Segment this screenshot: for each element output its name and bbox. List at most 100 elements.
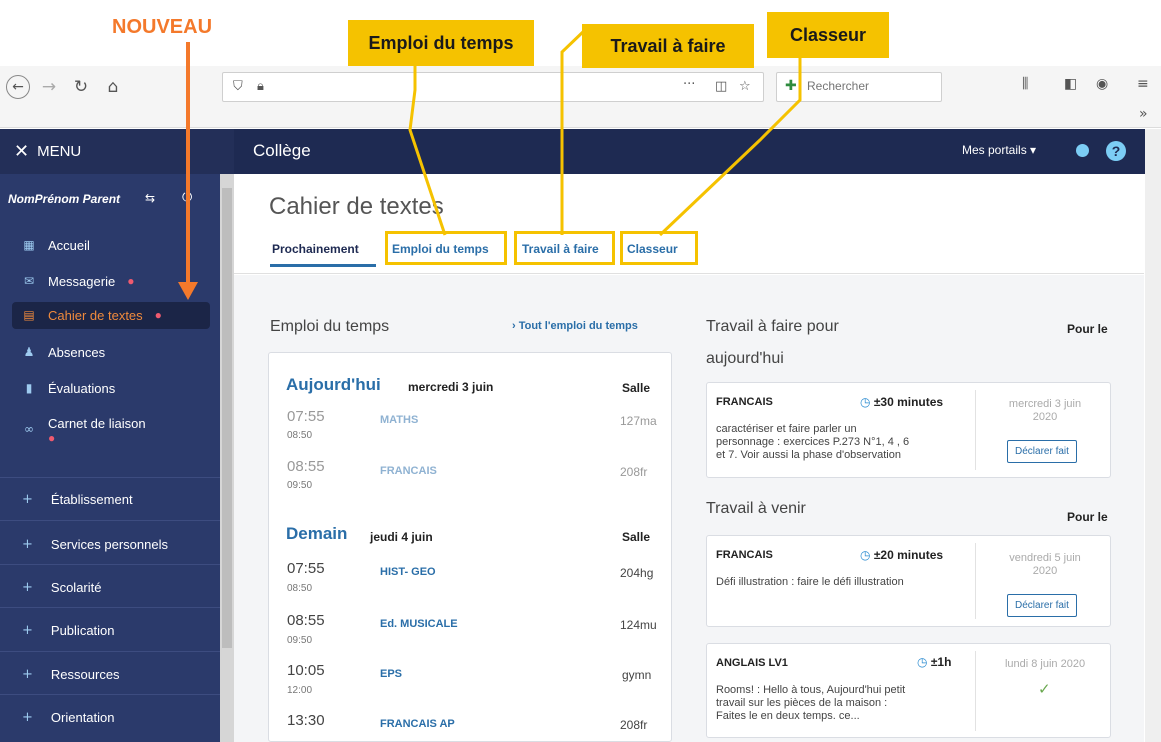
sidebar-item-messagerie[interactable]: ✉ Messagerie ● bbox=[22, 274, 217, 289]
lesson-room: gymn bbox=[622, 668, 652, 682]
sidebar-item-label: Messagerie bbox=[48, 274, 116, 289]
tomorrow-heading: Demain bbox=[286, 524, 348, 543]
lesson-end: 09:50 bbox=[287, 480, 313, 491]
search-engine-icon: ✚ bbox=[785, 78, 797, 94]
card-divider bbox=[975, 651, 976, 731]
homework-upcoming-title: Travail à venir bbox=[706, 500, 806, 517]
sidebar-item-label: Carnet de liaison ● bbox=[48, 416, 146, 445]
lesson-start: 07:55 bbox=[287, 408, 325, 425]
sidebar-scroll-thumb[interactable] bbox=[222, 188, 232, 648]
duration-text: ±20 minutes bbox=[873, 548, 944, 562]
close-icon: ✕ bbox=[14, 141, 30, 162]
sidebar-section-ressources[interactable]: + Ressources bbox=[22, 667, 120, 682]
menu-toggle-button[interactable]: ✕ MENU bbox=[14, 141, 81, 162]
card-divider bbox=[975, 390, 976, 470]
homework-text-line: personnage : exercices P.273 N°1, 4 , 6 bbox=[716, 436, 910, 448]
notification-dot: ● bbox=[154, 308, 162, 322]
lesson-subject[interactable]: EPS bbox=[380, 668, 402, 680]
browser-search[interactable]: ✚ bbox=[776, 72, 942, 102]
homework-due-date: lundi 8 juin 2020 bbox=[1004, 658, 1086, 670]
sidebar-section-publication[interactable]: + Publication bbox=[22, 623, 115, 638]
homework-text-line: travail sur les pièces de la maison : bbox=[716, 697, 888, 709]
envelope-icon: ✉ bbox=[23, 274, 35, 288]
lesson-subject[interactable]: FRANCAIS AP bbox=[380, 718, 455, 730]
school-name: Collège bbox=[253, 141, 311, 160]
more-actions-icon[interactable]: ··· bbox=[683, 77, 695, 92]
lock-icon[interactable]: 🔒︎ bbox=[257, 79, 264, 94]
logout-icon[interactable]: ⏻ bbox=[182, 190, 192, 205]
homework-text-line: caractériser et faire parler un bbox=[716, 423, 857, 435]
sidebar-item-carnet[interactable]: ∞ Carnet de liaison ● bbox=[22, 416, 217, 445]
sidebar-divider bbox=[0, 651, 220, 652]
annotation-nouveau: NOUVEAU bbox=[112, 16, 213, 38]
tab-prochainement[interactable]: Prochainement bbox=[272, 242, 359, 256]
declare-done-button[interactable]: Déclarer fait bbox=[1007, 594, 1077, 617]
help-icon[interactable]: ? bbox=[1106, 141, 1126, 161]
salle-header: Salle bbox=[622, 381, 651, 395]
section-label: Orientation bbox=[50, 710, 115, 725]
sidebar-item-cahier[interactable]: ▤ Cahier de textes ● bbox=[12, 302, 210, 329]
sidebar-section-scolarite[interactable]: + Scolarité bbox=[22, 580, 101, 595]
sidebar-section-services[interactable]: + Services personnels bbox=[22, 537, 168, 552]
lesson-room: 208fr bbox=[620, 718, 648, 732]
sidebar-divider bbox=[0, 520, 220, 521]
section-label: Établissement bbox=[50, 492, 133, 507]
plus-icon: + bbox=[22, 667, 33, 682]
browser-toolbar: ← → ↻ ⌂ ⛉ 🔒︎ ··· ◫ ☆ ✚ ⫼ ◧ ◉ ≡ » bbox=[0, 66, 1161, 128]
account-icon[interactable]: ◉ bbox=[1096, 76, 1108, 92]
home-icon[interactable]: ⌂ bbox=[102, 76, 124, 98]
homework-subject: ANGLAIS LV1 bbox=[716, 657, 788, 669]
annotation-classeur: Classeur bbox=[767, 12, 889, 58]
lesson-start: 13:30 bbox=[287, 712, 325, 729]
search-input[interactable] bbox=[807, 79, 933, 93]
bookmark-star-icon[interactable]: ☆ bbox=[739, 79, 751, 94]
lightbulb-icon[interactable] bbox=[1076, 144, 1089, 157]
lesson-end: 12:00 bbox=[287, 685, 313, 696]
portails-dropdown[interactable]: Mes portails ▾ bbox=[962, 143, 1036, 157]
tomorrow-date: jeudi 4 juin bbox=[370, 530, 433, 544]
active-tab-indicator bbox=[270, 264, 376, 267]
lesson-subject[interactable]: Ed. MUSICALE bbox=[380, 618, 458, 630]
sidebar-divider bbox=[0, 694, 220, 695]
notification-dot: ● bbox=[127, 274, 135, 288]
homework-due-date: mercredi 3 juin bbox=[1008, 398, 1082, 410]
all-schedule-link[interactable]: › Tout l'emploi du temps bbox=[512, 320, 638, 332]
sidebar-section-orientation[interactable]: + Orientation bbox=[22, 710, 115, 725]
clock-icon: ◷ bbox=[860, 395, 871, 409]
notebook-icon: ▤ bbox=[23, 308, 35, 322]
sidebar-item-label: Évaluations bbox=[48, 381, 116, 396]
lesson-subject[interactable]: FRANCAIS bbox=[380, 465, 437, 477]
forward-icon[interactable]: → bbox=[38, 76, 60, 98]
back-icon[interactable]: ← bbox=[6, 75, 30, 99]
sidebar-item-evaluations[interactable]: ▮ Évaluations bbox=[22, 381, 217, 396]
annotation-emploi: Emploi du temps bbox=[348, 20, 534, 66]
overflow-icon[interactable]: » bbox=[1139, 106, 1148, 122]
sidebar-item-label: Accueil bbox=[48, 238, 90, 253]
plus-icon: + bbox=[22, 492, 33, 507]
lesson-end: 08:50 bbox=[287, 430, 313, 441]
sidebar-section-etablissement[interactable]: + Établissement bbox=[22, 492, 133, 507]
hamburger-menu-icon[interactable]: ≡ bbox=[1137, 76, 1149, 92]
homework-duration: ◷ ±30 minutes bbox=[860, 395, 943, 409]
sidebar-item-absences[interactable]: ♟ Absences bbox=[22, 345, 217, 360]
sidebar-toggle-icon[interactable]: ◧ bbox=[1064, 76, 1077, 92]
url-bar[interactable]: ⛉ 🔒︎ ··· ◫ ☆ bbox=[222, 72, 764, 102]
declare-done-button[interactable]: Déclarer fait bbox=[1007, 440, 1077, 463]
reload-icon[interactable]: ↻ bbox=[70, 76, 92, 98]
shield-icon[interactable]: ⛉ bbox=[233, 79, 243, 94]
homework-text-line: et 7. Voir aussi la phase d'observation bbox=[716, 449, 901, 461]
sidebar-scrollbar[interactable] bbox=[220, 174, 234, 742]
library-icon[interactable]: ⫼ bbox=[1022, 76, 1028, 92]
sidebar-item-accueil[interactable]: ▦ Accueil bbox=[22, 238, 217, 253]
lesson-subject[interactable]: HIST- GEO bbox=[380, 566, 436, 578]
schedule-title: Emploi du temps bbox=[270, 318, 390, 335]
section-label: Ressources bbox=[50, 667, 120, 682]
pocket-icon[interactable]: ◫ bbox=[715, 79, 727, 94]
switch-user-icon[interactable]: ⇆ bbox=[145, 191, 155, 205]
homework-text-line: Faites le en deux temps. ce... bbox=[716, 710, 860, 722]
grid-icon: ▦ bbox=[23, 238, 35, 252]
due-header: Pour le bbox=[1067, 510, 1108, 524]
lesson-subject[interactable]: MATHS bbox=[380, 414, 418, 426]
page-scrollbar[interactable] bbox=[1145, 129, 1161, 742]
user-name[interactable]: NomPrénom Parent bbox=[8, 192, 120, 206]
